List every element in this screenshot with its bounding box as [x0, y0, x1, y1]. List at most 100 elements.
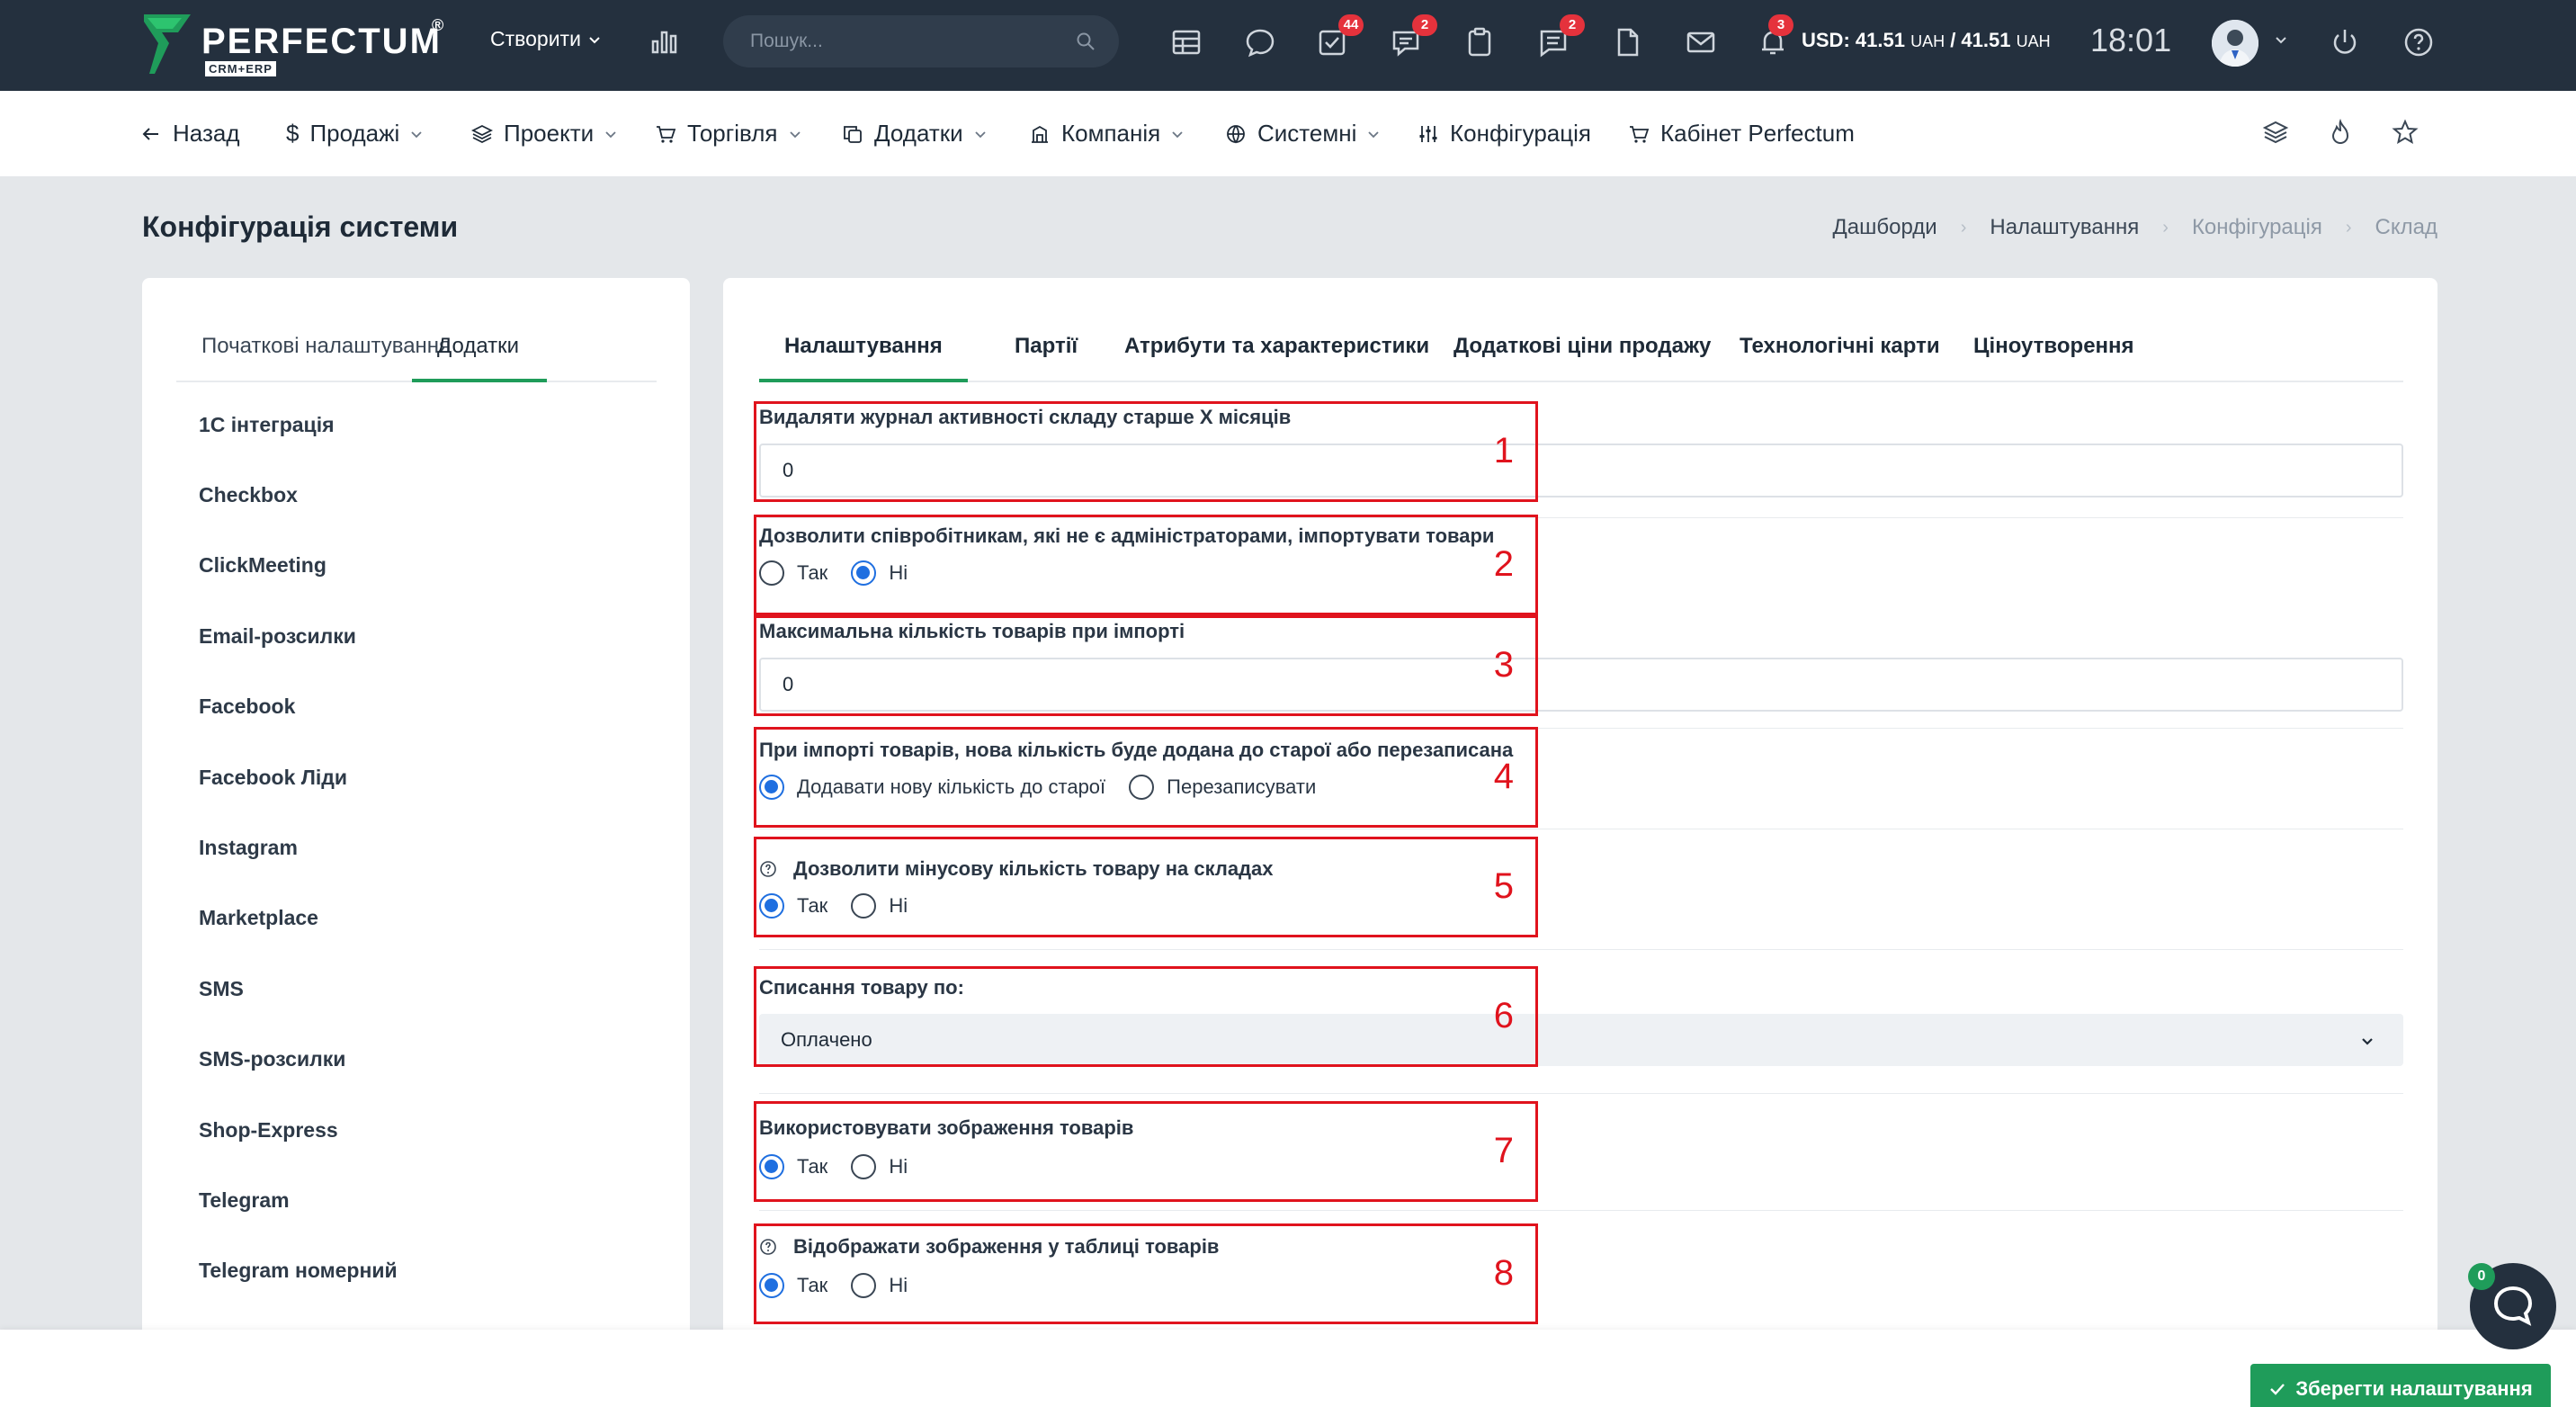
- mail-icon[interactable]: [1684, 25, 1718, 59]
- cart-icon: [657, 125, 676, 143]
- list-item[interactable]: Shop-Express: [199, 1118, 338, 1143]
- chevron-down-icon: [975, 130, 986, 138]
- tab-batches[interactable]: Партії: [1015, 327, 1078, 382]
- tab-tech-cards[interactable]: Технологічні карти: [1740, 327, 1940, 382]
- brand-logo[interactable]: PERFECTUM ® CRM+ERP: [142, 11, 448, 77]
- copy-icon: [844, 125, 862, 143]
- list-item[interactable]: Telegram: [199, 1188, 290, 1213]
- chevron-down-icon: [789, 130, 801, 138]
- chevron-down-icon: [605, 130, 616, 138]
- check-icon: [2270, 1384, 2285, 1395]
- nav-trade[interactable]: Торгівля: [655, 120, 801, 148]
- list-item[interactable]: ClickMeeting: [199, 553, 326, 578]
- tab-settings[interactable]: Налаштування: [759, 327, 968, 382]
- brand-name: PERFECTUM: [201, 22, 442, 61]
- fire-icon[interactable]: [2326, 118, 2355, 147]
- star-icon[interactable]: [2391, 118, 2419, 147]
- chat-badge: 2: [1412, 14, 1437, 36]
- notifications-button[interactable]: 3: [1756, 14, 1793, 59]
- nav-config[interactable]: Конфігурація: [1418, 120, 1591, 148]
- search-icon[interactable]: [1076, 31, 1096, 51]
- settings-tabs: Налаштування Партії Атрибути та характер…: [759, 327, 2403, 382]
- notifications-badge: 3: [1768, 14, 1793, 36]
- breadcrumb-config[interactable]: Конфігурація: [2192, 215, 2322, 240]
- annotation-box: 4: [754, 727, 1538, 828]
- chevron-down-icon: [589, 36, 600, 43]
- create-label: Створити: [490, 27, 581, 50]
- nav-back[interactable]: Назад: [140, 120, 240, 148]
- breadcrumb-settings[interactable]: Налаштування: [1990, 215, 2139, 240]
- tab-addons[interactable]: Додатки: [412, 327, 547, 382]
- annotation-box: 3: [754, 615, 1538, 716]
- chat-bubble-icon[interactable]: [1243, 25, 1277, 59]
- divider: [759, 949, 2403, 950]
- nav-addons[interactable]: Додатки: [842, 120, 987, 148]
- document-icon[interactable]: [1610, 25, 1644, 59]
- nav-system[interactable]: Системні: [1225, 120, 1380, 148]
- chevron-down-icon: [1368, 130, 1380, 138]
- list-item[interactable]: SMS-розсилки: [199, 1047, 345, 1071]
- list-item[interactable]: Instagram: [199, 836, 298, 860]
- breadcrumb-separator: ›: [2345, 217, 2352, 237]
- chat-button[interactable]: 2: [1389, 14, 1437, 59]
- power-icon[interactable]: [2328, 25, 2362, 59]
- brand-subtitle: CRM+ERP: [205, 61, 276, 76]
- nav-company[interactable]: Компанія: [1029, 120, 1184, 148]
- divider: [759, 1093, 2403, 1094]
- clipboard-icon[interactable]: [1462, 25, 1497, 59]
- nav-cabinet[interactable]: Кабінет Perfectum: [1628, 120, 1855, 148]
- list-item[interactable]: Facebook: [199, 695, 295, 719]
- left-tabs: Початкові налаштування Додатки: [176, 327, 657, 382]
- top-bar: PERFECTUM ® CRM+ERP Створити 44 2 2 3 US…: [0, 0, 2576, 91]
- nav-projects[interactable]: Проекти: [471, 120, 617, 148]
- search-input[interactable]: [750, 28, 1056, 55]
- layers-icon[interactable]: [2261, 118, 2290, 147]
- nav-sales[interactable]: $ Продажі: [286, 120, 423, 148]
- save-settings-button[interactable]: Зберегти налаштування: [2250, 1364, 2551, 1407]
- breadcrumb-separator: ›: [1960, 217, 1967, 237]
- list-item[interactable]: Facebook Ліди: [199, 766, 347, 790]
- tasks-button[interactable]: 44: [1315, 14, 1364, 59]
- dollar-icon: $: [286, 120, 300, 147]
- breadcrumb: Дашборди › Налаштування › Конфігурація ›…: [1833, 215, 2437, 240]
- annotation-box: 2: [754, 515, 1538, 615]
- list-item[interactable]: Email-розсилки: [199, 624, 356, 649]
- cart-icon: [1630, 125, 1650, 143]
- list-item[interactable]: Telegram номерний: [199, 1259, 398, 1283]
- list-item[interactable]: SMS: [199, 977, 244, 1001]
- bar-chart-icon[interactable]: [649, 25, 680, 56]
- tasks-badge: 44: [1338, 14, 1364, 36]
- divider: [759, 1210, 2403, 1211]
- avatar[interactable]: [2212, 20, 2258, 67]
- search-bar: [723, 15, 1119, 67]
- list-item[interactable]: Marketplace: [199, 906, 318, 930]
- annotation-box: 5: [754, 837, 1538, 937]
- annotation-box: 6: [754, 966, 1538, 1067]
- annotation-box: 7: [754, 1101, 1538, 1202]
- tab-attributes[interactable]: Атрибути та характеристики: [1124, 327, 1429, 382]
- table-icon[interactable]: [1169, 25, 1203, 59]
- help-icon[interactable]: [2402, 25, 2436, 59]
- building-icon: [1032, 125, 1048, 143]
- chevron-down-icon: [1172, 130, 1183, 138]
- page-title: Конфігурація системи: [142, 211, 459, 243]
- list-item[interactable]: 1С інтеграція: [199, 413, 335, 437]
- chevron-down-icon[interactable]: [2274, 32, 2288, 47]
- user-avatar-icon: [2212, 20, 2258, 67]
- clock: 18:01: [2090, 22, 2172, 58]
- breadcrumb-warehouse: Склад: [2375, 215, 2437, 239]
- messages-badge: 2: [1560, 14, 1585, 36]
- main-nav: Назад $ Продажі Проекти Торгівля Додатки…: [0, 91, 2576, 177]
- messages-button[interactable]: 2: [1536, 14, 1585, 59]
- globe-icon: [1227, 124, 1245, 143]
- tab-extra-prices[interactable]: Додаткові ціни продажу: [1453, 327, 1711, 382]
- annotation-box: 1: [754, 401, 1538, 502]
- create-menu-button[interactable]: Створити: [490, 27, 601, 51]
- tab-pricing[interactable]: Ціноутворення: [1973, 327, 2134, 382]
- bottom-bar: [0, 1330, 2576, 1407]
- brand-registered: ®: [432, 16, 444, 34]
- breadcrumb-dashboards[interactable]: Дашборди: [1833, 215, 1937, 240]
- breadcrumb-separator: ›: [2162, 217, 2169, 237]
- annotation-box: 8: [754, 1223, 1538, 1324]
- list-item[interactable]: Checkbox: [199, 483, 298, 507]
